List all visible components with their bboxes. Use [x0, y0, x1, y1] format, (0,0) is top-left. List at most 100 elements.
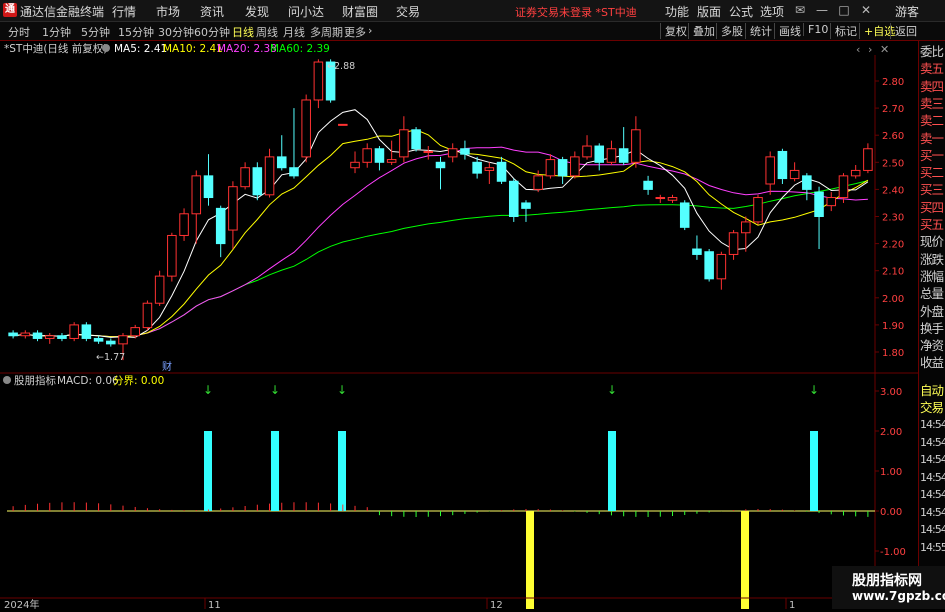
- x-label-dec: 12: [490, 600, 503, 609]
- tab-timeshare[interactable]: 分时: [8, 24, 30, 40]
- tab-weekly[interactable]: 周线: [256, 24, 278, 40]
- chart-svg[interactable]: *ST中迪(日线 前复权) MA5: 2.41 MA10: 2.41 MA20:…: [0, 41, 918, 611]
- panel-item[interactable]: 涨跌: [920, 252, 945, 267]
- finance-marker[interactable]: 财: [162, 360, 172, 373]
- panel-item[interactable]: 买四: [920, 200, 945, 215]
- panel-item[interactable]: 换手: [920, 321, 945, 336]
- close-icon[interactable]: ✕: [856, 1, 876, 19]
- price-tick-label: 2.10: [882, 267, 904, 278]
- price-tick-label: 2.20: [882, 240, 904, 251]
- minimize-icon[interactable]: —: [812, 1, 832, 19]
- chat-icon[interactable]: ✉: [790, 1, 810, 19]
- panel-time: 14:55: [920, 540, 945, 554]
- chevron-left-icon[interactable]: ‹: [856, 43, 860, 56]
- panel-item[interactable]: 卖三: [920, 96, 945, 111]
- panel-item[interactable]: 卖四: [920, 79, 945, 94]
- candle-down: [435, 161, 446, 169]
- tab-15min[interactable]: 15分钟: [118, 24, 154, 40]
- tab-multi-period[interactable]: 多周期: [310, 24, 343, 40]
- menu-market[interactable]: 市场: [156, 3, 180, 20]
- candle-up: [167, 234, 177, 277]
- panel-item[interactable]: 外盘: [920, 304, 945, 319]
- candle-down: [472, 161, 482, 174]
- indicator-tick-label: 0.00: [880, 507, 902, 518]
- candle-down: [289, 167, 299, 177]
- close-chart-icon[interactable]: ✕: [880, 43, 889, 56]
- menu-news[interactable]: 资讯: [200, 3, 224, 20]
- chart-area[interactable]: *ST中迪(日线 前复权) MA5: 2.41 MA10: 2.41 MA20:…: [0, 41, 945, 611]
- overlay-button[interactable]: 叠加: [688, 23, 715, 39]
- panel-time: 14:54: [920, 435, 945, 449]
- candle-up: [753, 197, 763, 223]
- candle-up: [863, 148, 873, 171]
- panel-item[interactable]: 卖一: [920, 131, 945, 146]
- menu-trade[interactable]: 交易: [396, 3, 420, 20]
- panel-time: 14:54: [920, 488, 945, 501]
- candle-up: [44, 335, 55, 339]
- maximize-icon[interactable]: □: [834, 1, 854, 19]
- back-button[interactable]: 返回: [890, 23, 917, 39]
- macd-label: MACD: 0.06: [57, 375, 119, 387]
- stats-button[interactable]: 统计: [745, 23, 772, 39]
- tab-more[interactable]: 更多: [344, 24, 366, 40]
- panel-item[interactable]: 收益: [920, 355, 945, 370]
- ma10-label: MA10: 2.41: [163, 43, 223, 55]
- panel-item[interactable]: 买五: [920, 217, 945, 232]
- buy-arrow-icon: ↓: [270, 383, 280, 397]
- panel-item[interactable]: 买一: [920, 148, 945, 163]
- panel-item[interactable]: 现价: [920, 234, 945, 249]
- tab-30min[interactable]: 30分钟: [158, 24, 194, 40]
- panel-item[interactable]: 净资: [920, 338, 945, 353]
- multi-stock-button[interactable]: 多股: [716, 23, 743, 39]
- login-notice[interactable]: 证券交易未登录 *ST中迪: [515, 4, 637, 20]
- f10-button[interactable]: F10: [803, 23, 828, 36]
- candle-down: [496, 161, 507, 182]
- panel-item[interactable]: 卖二: [920, 113, 945, 128]
- candle-up: [545, 159, 556, 177]
- menu-function[interactable]: 功能: [665, 3, 689, 20]
- menu-ask[interactable]: 问小达: [288, 3, 324, 20]
- panel-item[interactable]: 买二: [920, 165, 945, 180]
- candle-up: [655, 197, 666, 200]
- panel-item[interactable]: 卖五: [920, 61, 945, 76]
- menu-discover[interactable]: 发现: [245, 3, 269, 20]
- watermark-line2: www.7gpzb.com: [852, 589, 945, 603]
- chevron-right-icon[interactable]: ›: [368, 24, 372, 37]
- high-arrow-icon: ←: [327, 61, 335, 72]
- panel-item[interactable]: 委比: [920, 44, 945, 59]
- price-tick-label: 1.80: [882, 348, 904, 359]
- chart-options-icon[interactable]: [102, 44, 110, 52]
- draw-line-button[interactable]: 画线: [774, 23, 801, 39]
- tab-1min[interactable]: 1分钟: [42, 24, 71, 40]
- tab-daily[interactable]: 日线: [232, 24, 254, 40]
- indicator-options-icon[interactable]: [3, 376, 11, 384]
- menu-quotes[interactable]: 行情: [112, 3, 136, 20]
- tab-5min[interactable]: 5分钟: [81, 24, 110, 40]
- restore-rights-button[interactable]: 复权: [660, 23, 687, 39]
- chevron-right-icon[interactable]: ›: [868, 43, 872, 56]
- indicator-tick-label: 2.00: [880, 427, 902, 438]
- guest-label[interactable]: 游客: [895, 3, 919, 20]
- menu-formula[interactable]: 公式: [729, 3, 753, 20]
- candle-down: [93, 337, 104, 342]
- menu-options[interactable]: 选项: [760, 3, 784, 20]
- candle-up: [850, 169, 861, 177]
- candle-up: [191, 175, 202, 215]
- panel-item[interactable]: 涨幅: [920, 269, 945, 284]
- candle-down: [618, 148, 629, 163]
- panel-item[interactable]: 总量: [920, 286, 945, 301]
- candle-up: [350, 161, 360, 169]
- mark-button[interactable]: 标记: [830, 23, 857, 39]
- panel-item[interactable]: 买三: [920, 182, 945, 197]
- tab-monthly[interactable]: 月线: [283, 24, 305, 40]
- menu-layout[interactable]: 版面: [697, 3, 721, 20]
- panel-trade-item[interactable]: 交易: [920, 400, 945, 415]
- tab-60min[interactable]: 60分钟: [194, 24, 230, 40]
- panel-trade-item[interactable]: 自动: [920, 383, 945, 398]
- indicator-tick-label: -1.00: [880, 547, 906, 558]
- menu-wealth[interactable]: 财富圈: [342, 3, 378, 20]
- candle-up: [728, 232, 739, 255]
- candle-up: [533, 175, 543, 190]
- candle-up: [130, 327, 140, 337]
- ma60-label: MA60: 2.39: [270, 43, 330, 55]
